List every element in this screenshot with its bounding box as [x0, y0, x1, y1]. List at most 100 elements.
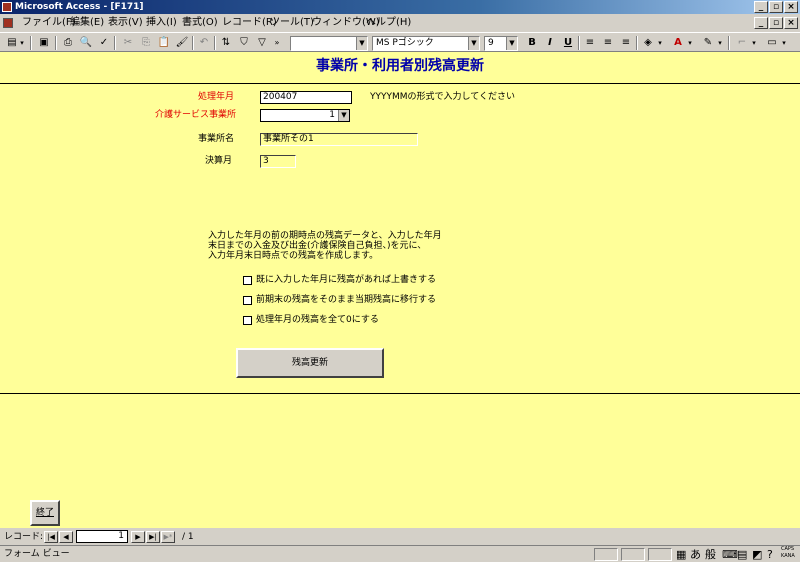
first-record-icon[interactable]: |◀ — [44, 531, 58, 543]
status-panel — [621, 548, 645, 561]
undo-icon[interactable]: ↶ — [196, 36, 212, 50]
paste-icon[interactable]: 📋 — [156, 36, 172, 50]
print-icon[interactable]: ⎙ — [60, 36, 76, 50]
menu-edit[interactable]: 編集(E) — [70, 14, 104, 32]
view-dropdown-icon[interactable]: ▾ — [18, 36, 26, 50]
align-right-icon[interactable]: ≡ — [618, 36, 634, 50]
access-app-icon[interactable] — [2, 2, 12, 12]
filter-by-form-icon[interactable]: ▽ — [254, 36, 270, 50]
description-line-3: 入力年月末日時点での残高を作成します。 — [208, 251, 379, 261]
menu-format[interactable]: 書式(O) — [182, 14, 218, 32]
border-width-dropdown-icon[interactable]: ▾ — [750, 36, 758, 50]
print-preview-icon[interactable]: 🔍 — [78, 36, 94, 50]
ime-dictionary-icon[interactable]: ▤ — [737, 548, 747, 561]
save-icon[interactable]: ▣ — [36, 36, 52, 50]
align-left-icon[interactable]: ≡ — [582, 36, 598, 50]
ime-help-icon[interactable]: ? — [767, 548, 773, 561]
menu-records[interactable]: レコード(R) — [222, 14, 277, 32]
window-title: Microsoft Access - [F171] — [15, 2, 144, 12]
form-title: 事業所・利用者別残高更新 — [316, 58, 484, 74]
previous-record-icon[interactable]: ◀ — [59, 531, 73, 543]
font-name-combo[interactable]: MS Pゴシック ▼ — [372, 36, 480, 51]
doc-restore-icon[interactable]: ▫ — [769, 17, 783, 29]
status-panel — [648, 548, 672, 561]
border-width-icon[interactable]: ⌐ — [734, 36, 750, 50]
separator — [578, 36, 580, 50]
title-bar: Microsoft Access - [F171] _ ▫ × — [0, 0, 800, 14]
record-navigation-bar: レコード: |◀ ◀ 1 ▶ ▶| ▶* / 1 — [0, 528, 800, 545]
overwrite-option-label: 既に入力した年月に残高があれば上書きする — [256, 275, 437, 285]
ime-input-mode[interactable]: あ — [690, 548, 701, 561]
doc-close-icon[interactable]: × — [784, 17, 798, 29]
status-bar: フォーム ビュー ▦ あ 般 ⌨ ▤ ◩ ? CAPS KANA — [0, 545, 800, 562]
ime-conversion-mode[interactable]: 般 — [705, 548, 716, 561]
doc-minimize-icon[interactable]: _ — [754, 17, 768, 29]
processing-month-hint: YYYYMMの形式で入力してください — [370, 92, 515, 102]
special-effect-dropdown-icon[interactable]: ▾ — [780, 36, 788, 50]
minimize-icon[interactable]: _ — [754, 1, 768, 13]
fill-color-icon[interactable]: ◈ — [640, 36, 656, 50]
last-record-icon[interactable]: ▶| — [146, 531, 160, 543]
filter-by-selection-icon[interactable]: ⛉ — [236, 36, 252, 50]
spelling-icon[interactable]: ✓ — [96, 36, 112, 50]
new-record-icon[interactable]: ▶* — [161, 531, 175, 543]
font-size-combo[interactable]: 9 ▼ — [484, 36, 518, 51]
italic-button[interactable]: I — [542, 36, 558, 50]
zero-balance-checkbox[interactable] — [243, 316, 252, 325]
menu-insert[interactable]: 挿入(I) — [146, 14, 177, 32]
form-window-icon[interactable] — [3, 18, 13, 28]
separator — [55, 36, 57, 50]
form-footer: 終了 — [0, 394, 800, 528]
fill-color-dropdown-icon[interactable]: ▾ — [656, 36, 664, 50]
ime-property-icon[interactable]: ◩ — [752, 548, 762, 561]
update-balance-button[interactable]: 残高更新 — [236, 348, 384, 378]
separator — [214, 36, 216, 50]
processing-month-input[interactable]: 200407 — [260, 91, 352, 104]
record-number-input[interactable]: 1 — [76, 530, 128, 543]
format-painter-icon[interactable]: 🖌 — [174, 36, 190, 50]
close-form-button[interactable]: 終了 — [30, 500, 60, 526]
care-service-office-label: 介護サービス事業所 — [155, 110, 237, 120]
office-name-field: 事業所その1 — [260, 133, 418, 146]
overwrite-checkbox[interactable] — [243, 276, 252, 285]
status-panel — [594, 548, 618, 561]
window-controls: _ ▫ × — [754, 1, 798, 13]
office-name-label: 事業所名 — [198, 134, 235, 144]
carry-forward-checkbox[interactable] — [243, 296, 252, 305]
separator — [636, 36, 638, 50]
ime-pad-icon[interactable]: ⌨ — [722, 548, 738, 561]
zero-balance-option-label: 処理年月の残高を全て0にする — [256, 315, 379, 325]
line-color-icon[interactable]: ✎ — [700, 36, 716, 50]
next-record-icon[interactable]: ▶ — [131, 531, 145, 543]
status-text: フォーム ビュー — [4, 549, 70, 559]
align-center-icon[interactable]: ≡ — [600, 36, 616, 50]
combo-dropdown-icon[interactable]: ▼ — [338, 110, 349, 121]
object-combo[interactable]: ▼ — [290, 36, 368, 51]
menu-view[interactable]: 表示(V) — [108, 14, 143, 32]
separator — [114, 36, 116, 50]
sort-ascending-icon[interactable]: ⇅ — [218, 36, 234, 50]
menu-help[interactable]: ヘルプ(H) — [366, 14, 411, 32]
underline-button[interactable]: U — [560, 36, 576, 50]
settlement-month-label: 決算月 — [205, 156, 233, 166]
bold-button[interactable]: B — [524, 36, 540, 50]
close-icon[interactable]: × — [784, 1, 798, 13]
special-effect-icon[interactable]: ▭ — [764, 36, 780, 50]
record-label: レコード: — [4, 532, 44, 542]
kana-indicator: KANA — [781, 553, 795, 559]
menu-file[interactable]: ファイル(F) — [22, 14, 76, 32]
font-color-icon[interactable]: A — [670, 36, 686, 50]
separator — [192, 36, 194, 50]
restore-icon[interactable]: ▫ — [769, 1, 783, 13]
more-buttons-icon[interactable]: » — [272, 36, 282, 50]
settlement-month-field: 3 — [260, 155, 296, 168]
care-service-office-combo[interactable]: 1 ▼ — [260, 109, 350, 122]
carry-forward-option-label: 前期末の残高をそのまま当期残高に移行する — [256, 295, 437, 305]
menu-tools[interactable]: ツール(T) — [270, 14, 314, 32]
copy-icon[interactable]: ⎘ — [138, 36, 154, 50]
font-color-dropdown-icon[interactable]: ▾ — [686, 36, 694, 50]
ime-toggle-icon[interactable]: ▦ — [676, 548, 686, 561]
menu-bar: ファイル(F) 編集(E) 表示(V) 挿入(I) 書式(O) レコード(R) … — [0, 14, 800, 32]
cut-icon[interactable]: ✂ — [120, 36, 136, 50]
line-color-dropdown-icon[interactable]: ▾ — [716, 36, 724, 50]
